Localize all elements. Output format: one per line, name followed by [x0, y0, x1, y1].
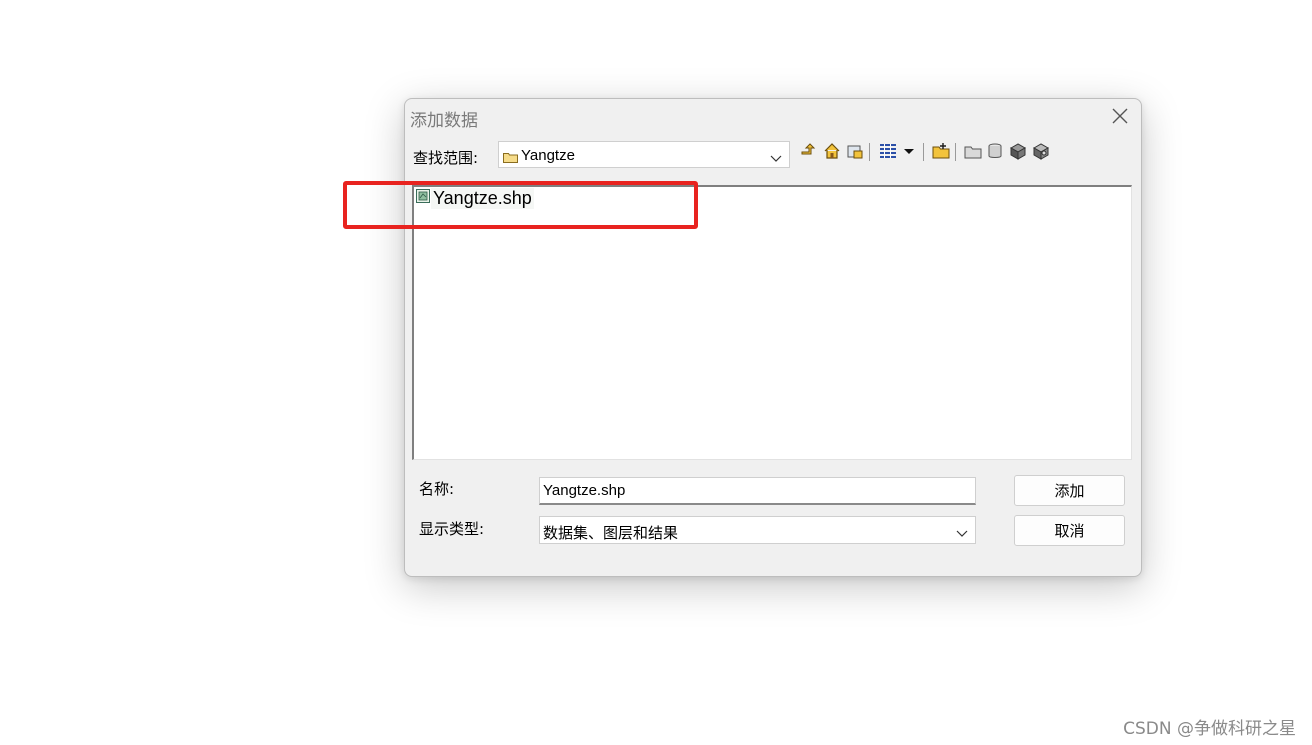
look-in-label: 查找范围: [413, 149, 479, 167]
chevron-down-icon [956, 525, 968, 537]
file-list[interactable]: Yangtze.shp [412, 185, 1132, 460]
cancel-button[interactable]: 取消 [1014, 515, 1125, 546]
show-type-label: 显示类型: [419, 520, 485, 538]
toolbox-icon[interactable] [1031, 141, 1051, 161]
chevron-down-icon [770, 150, 782, 162]
folder-icon[interactable] [963, 141, 983, 161]
close-icon[interactable] [1109, 105, 1131, 127]
list-view-icon[interactable] [878, 141, 898, 161]
toolbar-separator [955, 143, 956, 161]
add-data-dialog: 添加数据 查找范围: Yangtze Yangtze.shp 名称: Yangt… [404, 98, 1142, 577]
add-button[interactable]: 添加 [1014, 475, 1125, 506]
shapefile-icon [416, 189, 430, 203]
show-type-value: 数据集、图层和结果 [543, 524, 679, 542]
look-in-value: Yangtze [521, 147, 575, 164]
show-type-dropdown[interactable]: 数据集、图层和结果 [539, 516, 976, 544]
dialog-title: 添加数据 [410, 111, 478, 131]
folder-icon [503, 150, 518, 163]
database-icon[interactable] [985, 141, 1005, 161]
watermark: CSDN @争做科研之星 [1123, 719, 1296, 739]
file-name-input[interactable] [539, 477, 976, 505]
new-folder-icon[interactable] [931, 141, 951, 161]
toolbar-separator [869, 143, 870, 161]
dialog-titlebar: 添加数据 [405, 99, 1141, 133]
view-dropdown-icon[interactable] [899, 141, 919, 161]
home-icon[interactable] [822, 141, 842, 161]
file-name: Yangtze.shp [431, 188, 534, 209]
up-one-level-icon[interactable] [799, 141, 819, 161]
look-in-dropdown[interactable]: Yangtze [498, 141, 790, 168]
gis-server-icon[interactable] [1008, 141, 1028, 161]
name-label: 名称: [419, 480, 455, 498]
connect-folder-icon[interactable] [845, 141, 865, 161]
toolbar-separator [923, 143, 924, 161]
